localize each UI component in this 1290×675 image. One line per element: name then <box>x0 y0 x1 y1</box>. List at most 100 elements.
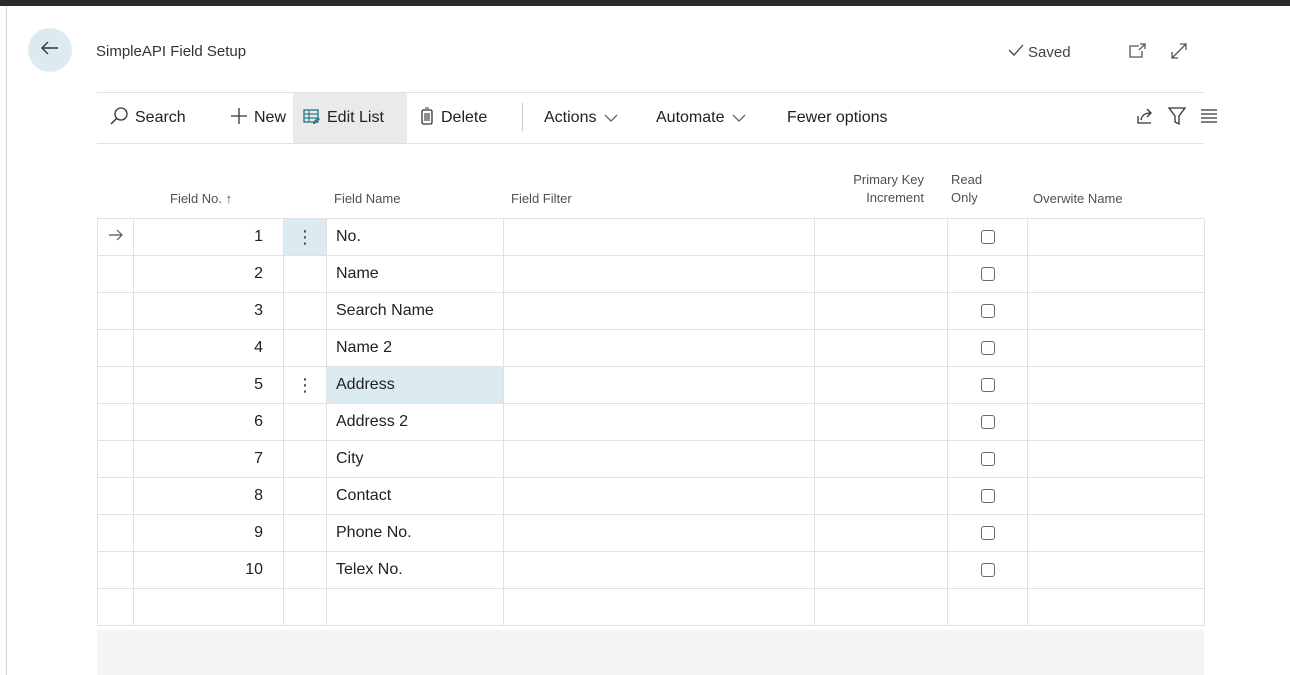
open-in-new-window-icon <box>1127 42 1147 65</box>
field-no-cell[interactable]: 9 <box>134 515 284 552</box>
overwrite-name-cell[interactable] <box>1028 367 1205 404</box>
overwrite-name-cell[interactable] <box>1028 441 1205 478</box>
read-only-checkbox[interactable] <box>980 230 995 244</box>
field-name-cell[interactable]: City <box>327 441 504 478</box>
field-filter-cell[interactable] <box>504 515 815 552</box>
field-no-cell[interactable]: 4 <box>134 330 284 367</box>
read-only-checkbox[interactable] <box>980 378 995 392</box>
ellipsis-vertical-icon[interactable]: ⋮ <box>296 376 314 394</box>
primary-key-increment-cell[interactable] <box>815 404 948 441</box>
edit-list-button[interactable]: Edit List <box>293 93 407 143</box>
field-name-cell[interactable]: Name <box>327 256 504 293</box>
new-row[interactable] <box>98 589 1205 626</box>
table-row[interactable]: 3 Search Name <box>98 293 1205 330</box>
field-no-cell[interactable]: 7 <box>134 441 284 478</box>
field-no-cell[interactable]: 6 <box>134 404 284 441</box>
primary-key-increment-cell[interactable] <box>815 367 948 404</box>
field-no-cell[interactable]: 1 <box>134 219 284 256</box>
expand-button[interactable] <box>1166 40 1192 66</box>
read-only-checkbox[interactable] <box>980 452 995 466</box>
field-filter-cell[interactable] <box>504 404 815 441</box>
field-filter-cell[interactable] <box>504 256 815 293</box>
column-header-read-only[interactable]: Read Only <box>951 171 982 207</box>
read-only-checkbox[interactable] <box>980 304 995 318</box>
share-button[interactable] <box>1132 105 1158 131</box>
automate-menu[interactable]: Automate <box>656 93 746 143</box>
ellipsis-vertical-icon[interactable]: ⋮ <box>296 228 314 246</box>
new-button[interactable]: New <box>230 93 286 143</box>
overwrite-name-cell[interactable] <box>1028 219 1205 256</box>
table-row[interactable]: 9 Phone No. <box>98 515 1205 552</box>
search-button[interactable]: Search <box>109 93 186 143</box>
delete-button[interactable]: Delete <box>419 93 487 143</box>
column-header-primary-key-increment[interactable]: Primary Key Increment <box>812 171 924 207</box>
primary-key-increment-cell[interactable] <box>815 219 948 256</box>
field-filter-cell[interactable] <box>504 552 815 589</box>
field-name-cell[interactable]: Contact <box>327 478 504 515</box>
overwrite-name-cell[interactable] <box>1028 256 1205 293</box>
field-filter-cell[interactable] <box>504 330 815 367</box>
open-in-new-window-button[interactable] <box>1124 40 1150 66</box>
primary-key-increment-cell[interactable] <box>815 552 948 589</box>
field-no-cell[interactable]: 2 <box>134 256 284 293</box>
column-header-field-name[interactable]: Field Name <box>334 190 400 208</box>
table-row[interactable]: 7 City <box>98 441 1205 478</box>
row-pointer-cell <box>98 515 134 552</box>
primary-key-increment-cell[interactable] <box>815 589 948 626</box>
read-only-checkbox[interactable] <box>980 415 995 429</box>
table-row[interactable]: 1 ⋮ No. <box>98 219 1205 256</box>
primary-key-increment-cell[interactable] <box>815 256 948 293</box>
table-row[interactable]: 8 Contact <box>98 478 1205 515</box>
field-filter-cell[interactable] <box>504 589 815 626</box>
column-header-overwrite-name[interactable]: Overwite Name <box>1033 190 1123 208</box>
search-label: Search <box>135 109 186 126</box>
field-no-cell[interactable]: 5 <box>134 367 284 404</box>
field-filter-cell[interactable] <box>504 478 815 515</box>
overwrite-name-cell[interactable] <box>1028 515 1205 552</box>
read-only-checkbox[interactable] <box>980 563 995 577</box>
read-only-checkbox[interactable] <box>980 267 995 281</box>
read-only-checkbox[interactable] <box>980 341 995 355</box>
column-header-ro-line1: Read <box>951 172 983 187</box>
overwrite-name-cell[interactable] <box>1028 404 1205 441</box>
fewer-options-button[interactable]: Fewer options <box>787 93 888 143</box>
read-only-checkbox[interactable] <box>980 489 995 503</box>
primary-key-increment-cell[interactable] <box>815 293 948 330</box>
overwrite-name-cell[interactable] <box>1028 293 1205 330</box>
field-name-cell[interactable]: No. <box>327 219 504 256</box>
actions-menu[interactable]: Actions <box>544 93 618 143</box>
overwrite-name-cell[interactable] <box>1028 330 1205 367</box>
primary-key-increment-cell[interactable] <box>815 330 948 367</box>
primary-key-increment-cell[interactable] <box>815 478 948 515</box>
overwrite-name-cell[interactable] <box>1028 552 1205 589</box>
table-row[interactable]: 6 Address 2 <box>98 404 1205 441</box>
column-header-field-filter[interactable]: Field Filter <box>511 190 572 208</box>
field-filter-cell[interactable] <box>504 219 815 256</box>
primary-key-increment-cell[interactable] <box>815 441 948 478</box>
row-pointer-cell <box>98 478 134 515</box>
field-filter-cell[interactable] <box>504 367 815 404</box>
field-name-cell[interactable]: Phone No. <box>327 515 504 552</box>
overwrite-name-cell[interactable] <box>1028 478 1205 515</box>
field-name-cell[interactable]: Telex No. <box>327 552 504 589</box>
field-filter-cell[interactable] <box>504 293 815 330</box>
field-no-cell[interactable]: 8 <box>134 478 284 515</box>
field-filter-cell[interactable] <box>504 441 815 478</box>
read-only-cell <box>948 256 1028 293</box>
primary-key-increment-cell[interactable] <box>815 515 948 552</box>
table-row[interactable]: 10 Telex No. <box>98 552 1205 589</box>
column-header-field-no[interactable]: Field No. ↑ <box>170 190 232 208</box>
read-only-checkbox[interactable] <box>980 526 995 540</box>
field-no-cell[interactable]: 10 <box>134 552 284 589</box>
field-no-cell[interactable]: 3 <box>134 293 284 330</box>
table-row[interactable]: 5 ⋮ Address <box>98 367 1205 404</box>
table-row[interactable]: 4 Name 2 <box>98 330 1205 367</box>
field-name-cell[interactable]: Search Name <box>327 293 504 330</box>
overwrite-name-cell[interactable] <box>1028 589 1205 626</box>
table-row[interactable]: 2 Name <box>98 256 1205 293</box>
field-name-cell[interactable]: Name 2 <box>327 330 504 367</box>
field-name-cell[interactable]: Address 2 <box>327 404 504 441</box>
back-button[interactable] <box>28 28 72 72</box>
list-view-button[interactable] <box>1196 105 1222 131</box>
field-name-cell[interactable]: Address <box>327 367 504 404</box>
